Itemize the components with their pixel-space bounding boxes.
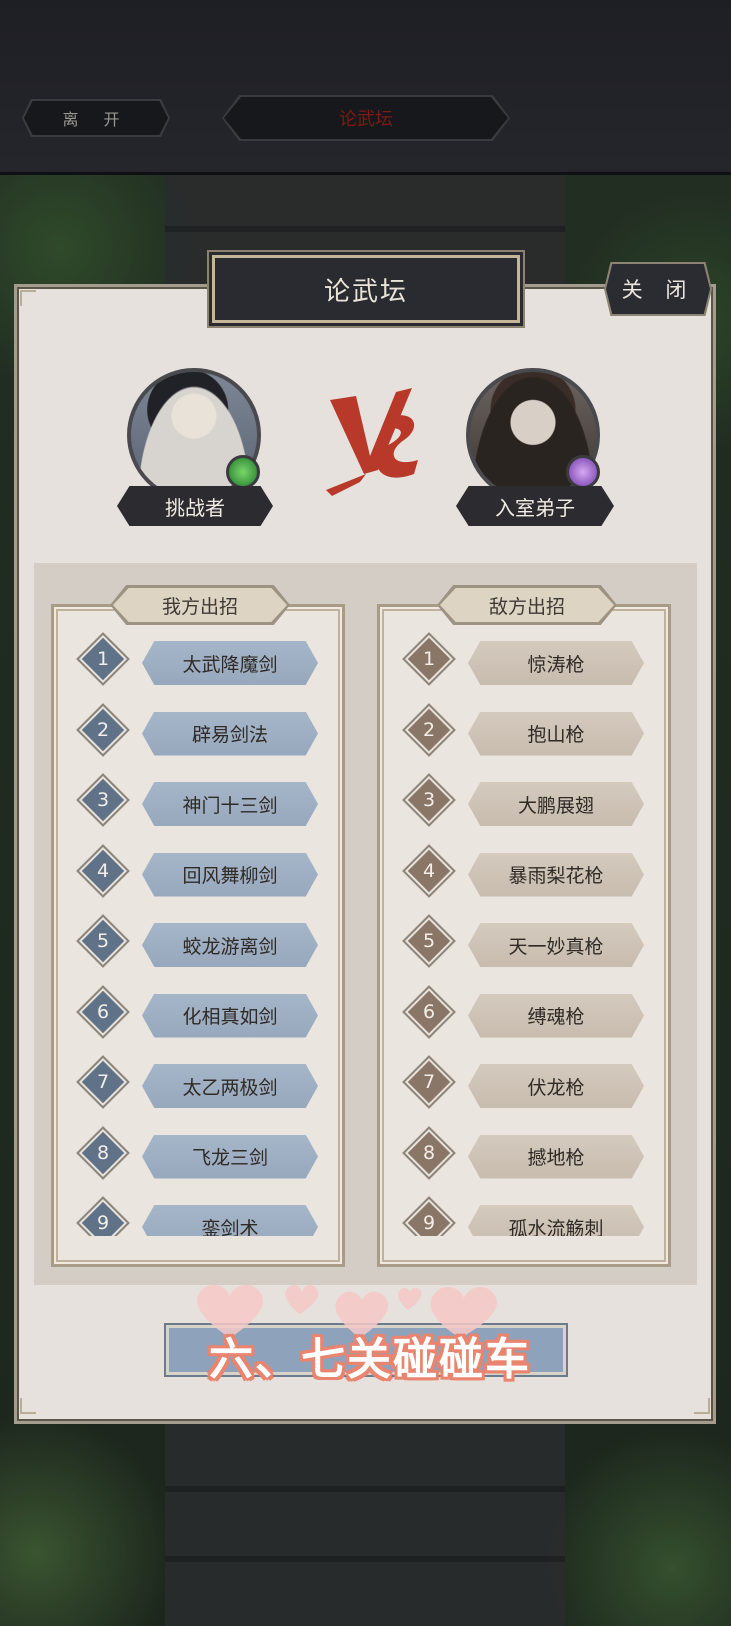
move-number: 2 <box>96 718 110 741</box>
move-row[interactable]: 8 飞龙三剑 <box>54 1122 342 1193</box>
move-number: 8 <box>96 1141 110 1164</box>
move-number-badge: 4 <box>404 846 454 895</box>
move-number: 9 <box>422 1212 436 1234</box>
move-row[interactable]: 3 神门十三剑 <box>54 769 342 840</box>
move-row[interactable]: 1 惊涛枪 <box>380 628 668 699</box>
move-number-badge: 7 <box>78 1057 128 1107</box>
move-number: 3 <box>96 789 110 811</box>
leave-button[interactable]: 离 开 <box>22 99 170 137</box>
move-number: 2 <box>422 718 436 741</box>
move-name-button[interactable]: 抱山枪 <box>468 711 644 756</box>
move-name-button[interactable]: 暴雨梨花枪 <box>468 852 644 897</box>
video-caption: 六、七关碰碰车 <box>209 1334 531 1385</box>
move-number-badge: 5 <box>404 916 454 966</box>
move-number-badge: 1 <box>404 634 454 684</box>
top-title: 论武坛 <box>339 109 393 130</box>
move-name-button[interactable]: 回风舞柳剑 <box>142 852 318 897</box>
my-moves-header: 我方出招 <box>110 585 290 625</box>
move-number: 8 <box>422 1141 436 1164</box>
move-number-badge: 6 <box>78 987 128 1036</box>
move-number-badge: 6 <box>404 987 454 1036</box>
top-title-plate: 论武坛 <box>222 95 510 141</box>
move-name-button[interactable]: 蛟龙游离剑 <box>142 923 318 967</box>
move-name-button[interactable]: 太武降魔剑 <box>142 641 318 685</box>
enemy-moves-header: 敌方出招 <box>437 585 617 625</box>
move-name-button[interactable]: 神门十三剑 <box>142 782 318 826</box>
close-label: 关 闭 <box>621 278 695 302</box>
move-name-button[interactable]: 天一妙真枪 <box>468 923 644 967</box>
move-number: 5 <box>96 930 110 952</box>
enemy-moves-header-label: 敌方出招 <box>440 588 614 622</box>
panel-title: 论武坛 <box>212 255 520 323</box>
move-name-button[interactable]: 缚魂枪 <box>468 993 644 1038</box>
move-number: 7 <box>422 1071 436 1093</box>
move-number: 6 <box>96 1000 110 1023</box>
move-row[interactable]: 6 化相真如剑 <box>54 981 342 1052</box>
move-number: 1 <box>422 648 436 670</box>
opponent-name: 入室弟子 <box>456 486 614 526</box>
move-number-badge: 8 <box>78 1128 128 1177</box>
move-name-button[interactable]: 太乙两极剑 <box>142 1064 318 1108</box>
move-number: 9 <box>96 1212 110 1234</box>
my-moves-header-label: 我方出招 <box>113 588 287 622</box>
close-button[interactable]: 关 闭 <box>604 262 712 316</box>
enemy-moves-list[interactable]: 1 惊涛枪 2 抱山枪 3 大鹏展翅 4 暴雨梨花枪 5 天一妙真枪 6 缚魂枪 7 伏龙枪 8 撼地枪 9 孤水… <box>380 628 668 1236</box>
corner-ornament <box>20 1398 36 1414</box>
move-number-badge: 5 <box>78 916 128 966</box>
corner-ornament <box>694 1398 710 1414</box>
move-row[interactable]: 2 抱山枪 <box>380 699 668 770</box>
corner-ornament <box>20 290 36 306</box>
move-row[interactable]: 4 暴雨梨花枪 <box>380 840 668 911</box>
spear-element-icon <box>566 455 600 489</box>
move-name-button[interactable]: 孤水流觞刺 <box>468 1205 644 1236</box>
move-number-badge: 2 <box>78 705 128 754</box>
move-number: 1 <box>96 648 110 670</box>
move-name-button[interactable]: 飞龙三剑 <box>142 1134 318 1179</box>
move-row[interactable]: 6 缚魂枪 <box>380 981 668 1052</box>
move-name-button[interactable]: 銮剑术 <box>142 1205 318 1236</box>
move-row[interactable]: 9 銮剑术 <box>54 1192 342 1236</box>
move-number-badge: 7 <box>404 1057 454 1107</box>
move-number: 7 <box>96 1071 110 1093</box>
move-number: 3 <box>422 789 436 811</box>
move-name-button[interactable]: 大鹏展翅 <box>468 782 644 826</box>
move-number: 4 <box>422 859 436 882</box>
move-number-badge: 1 <box>78 634 128 684</box>
move-row[interactable]: 5 蛟龙游离剑 <box>54 910 342 981</box>
my-moves-list[interactable]: 1 太武降魔剑 2 辟易剑法 3 神门十三剑 4 回风舞柳剑 5 蛟龙游离剑 6 化相真如剑 7 太乙两极… <box>54 628 342 1236</box>
move-number: 5 <box>422 930 436 952</box>
leave-label: 离 开 <box>62 110 130 129</box>
move-name-button[interactable]: 化相真如剑 <box>142 993 318 1038</box>
move-name-button[interactable]: 辟易剑法 <box>142 711 318 756</box>
move-number-badge: 9 <box>78 1198 128 1236</box>
move-number: 6 <box>422 1000 436 1023</box>
move-number: 4 <box>96 859 110 882</box>
move-name-button[interactable]: 撼地枪 <box>468 1134 644 1179</box>
challenger-name: 挑战者 <box>117 486 273 526</box>
move-number-badge: 9 <box>404 1198 454 1236</box>
move-row[interactable]: 4 回风舞柳剑 <box>54 840 342 911</box>
move-row[interactable]: 3 大鹏展翅 <box>380 769 668 840</box>
move-row[interactable]: 1 太武降魔剑 <box>54 628 342 699</box>
move-name-button[interactable]: 伏龙枪 <box>468 1064 644 1108</box>
move-number-badge: 3 <box>78 775 128 825</box>
top-bar <box>0 0 731 175</box>
move-number-badge: 3 <box>404 775 454 825</box>
move-row[interactable]: 2 辟易剑法 <box>54 699 342 770</box>
versus-icon <box>326 388 418 496</box>
move-row[interactable]: 8 撼地枪 <box>380 1122 668 1193</box>
move-number-badge: 8 <box>404 1128 454 1177</box>
move-row[interactable]: 9 孤水流觞刺 <box>380 1192 668 1236</box>
move-name-button[interactable]: 惊涛枪 <box>468 641 644 685</box>
sword-element-icon <box>226 455 260 489</box>
move-number-badge: 2 <box>404 705 454 754</box>
move-number-badge: 4 <box>78 846 128 895</box>
move-row[interactable]: 5 天一妙真枪 <box>380 910 668 981</box>
move-row[interactable]: 7 太乙两极剑 <box>54 1051 342 1122</box>
move-row[interactable]: 7 伏龙枪 <box>380 1051 668 1122</box>
